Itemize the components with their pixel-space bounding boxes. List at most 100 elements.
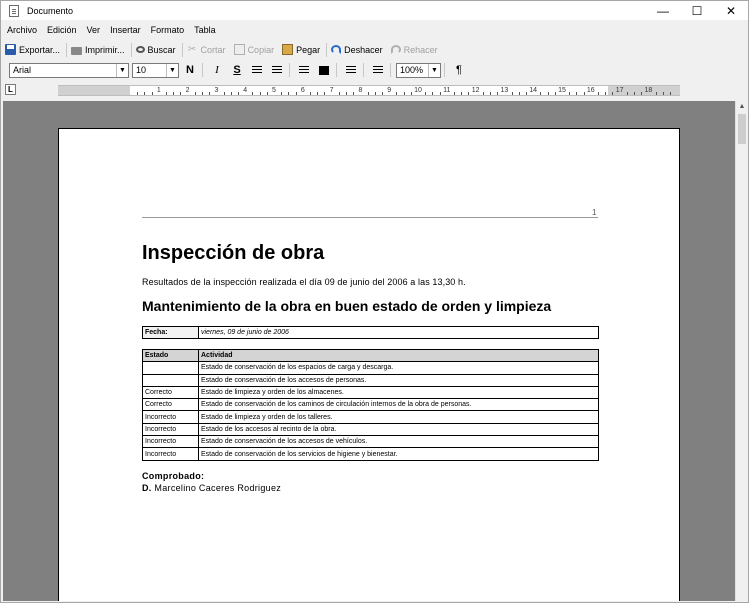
chevron-down-icon[interactable]: ▼ xyxy=(116,63,128,77)
tab-stop-selector[interactable]: L xyxy=(5,84,16,95)
bullet-list-button[interactable] xyxy=(342,62,360,78)
ruler-number: 13 xyxy=(500,87,509,94)
chevron-down-icon[interactable]: ▼ xyxy=(166,63,178,77)
find-label: Buscar xyxy=(147,44,176,55)
paste-button[interactable]: Pegar xyxy=(282,44,320,55)
document-page[interactable]: 1 Inspección de obra Resultados de la in… xyxy=(58,128,680,601)
estado-cell: Incorrecto xyxy=(142,435,199,449)
horizontal-ruler[interactable]: 1 2 3 4 5 6 7 8 9 10 11 12 13 14 15 16 17 18 xyxy=(58,85,680,96)
ruler-tick xyxy=(634,92,635,95)
ruler-tick xyxy=(511,92,513,95)
printer-icon xyxy=(71,46,83,55)
ruler-number: 16 xyxy=(586,87,595,94)
document-viewport[interactable]: 1 Inspección de obra Resultados de la in… xyxy=(3,101,735,601)
menu-ver[interactable]: Ver xyxy=(87,25,101,35)
ruler-tick xyxy=(461,92,463,95)
menu-formato[interactable]: Formato xyxy=(151,25,185,35)
redo-label: Rehacer xyxy=(403,44,438,55)
copy-label: Copiar xyxy=(247,44,275,55)
zoom-select[interactable]: 100% ▼ xyxy=(396,62,441,78)
cut-button[interactable]: ✂ Cortar xyxy=(187,44,226,55)
ruler-tick xyxy=(497,92,499,95)
print-label: Imprimir... xyxy=(85,44,125,55)
estado-cell: Incorrecto xyxy=(142,422,199,437)
table-row: Incorrecto Estado de conservación de los … xyxy=(142,435,599,449)
ruler-tick xyxy=(252,92,254,95)
intro-paragraph: Resultados de la inspección realizada el… xyxy=(142,277,466,287)
scissors-icon: ✂ xyxy=(187,44,197,55)
toolbar-separator xyxy=(289,63,290,77)
ruler-number: 2 xyxy=(185,87,190,94)
font-family-select[interactable]: Arial ▼ xyxy=(9,62,129,78)
ruler-tick xyxy=(439,92,441,95)
font-family-value: Arial xyxy=(13,65,32,75)
menu-edicion[interactable]: Edición xyxy=(47,25,77,35)
menu-tabla[interactable]: Tabla xyxy=(194,25,216,35)
align-left-button[interactable] xyxy=(248,62,266,78)
standard-toolbar: Exportar... Imprimir... Buscar ✂ Cortar C… xyxy=(1,40,748,59)
find-button[interactable]: Buscar xyxy=(135,44,176,55)
save-icon xyxy=(5,44,16,55)
vertical-scrollbar[interactable]: ▲ xyxy=(735,101,748,601)
copy-icon xyxy=(233,44,245,55)
export-button[interactable]: Exportar... xyxy=(5,44,60,55)
chevron-down-icon[interactable]: ▼ xyxy=(428,63,440,77)
title-bar: Documento — ☐ ✕ xyxy=(1,1,748,20)
ruler-number: 10 xyxy=(414,87,422,94)
ruler-tick xyxy=(346,92,347,95)
redo-button[interactable]: Rehacer xyxy=(390,44,438,55)
ruler-tick xyxy=(338,92,340,95)
copy-button[interactable]: Copiar xyxy=(233,44,275,55)
date-label: Fecha: xyxy=(142,326,199,339)
ruler-tick xyxy=(382,92,383,95)
font-size-value: 10 xyxy=(136,65,147,75)
table-row: Estado de conservación de los espacios d… xyxy=(142,361,599,375)
cut-label: Cortar xyxy=(200,44,226,55)
menu-archivo[interactable]: Archivo xyxy=(7,25,37,35)
ruler-number: 5 xyxy=(272,87,276,94)
toolbar-separator xyxy=(336,63,337,77)
toolbar-separator xyxy=(181,42,183,57)
table-row: Correcto Estado de conservación de los ca… xyxy=(142,398,599,412)
table-row: Incorrecto Estado de limpieza y orden de … xyxy=(142,410,599,424)
ruler-tick xyxy=(194,92,196,95)
underline-button[interactable]: S xyxy=(228,62,246,78)
undo-icon xyxy=(331,45,342,54)
ruler-tick xyxy=(353,92,355,95)
window-controls: — ☐ ✕ xyxy=(646,1,748,20)
ruler-tick xyxy=(180,92,182,95)
print-button[interactable]: Imprimir... xyxy=(71,45,125,55)
table-row: Fecha: viernes, 09 de junio de 2006 xyxy=(142,326,599,339)
clipboard-icon xyxy=(282,44,294,55)
close-button[interactable]: ✕ xyxy=(714,1,748,20)
numbered-list-icon xyxy=(373,65,383,75)
ruler-number: 6 xyxy=(300,87,305,94)
undo-button[interactable]: Deshacer xyxy=(331,45,383,55)
bold-button[interactable]: N xyxy=(181,62,199,78)
toolbar-separator xyxy=(390,63,391,77)
ruler-number: 17 xyxy=(615,87,624,94)
scroll-up-icon[interactable]: ▲ xyxy=(736,101,748,113)
ruler-tick xyxy=(490,92,491,95)
ruler-tick xyxy=(612,92,614,95)
ruler-tick xyxy=(173,92,175,95)
ruler-left-margin xyxy=(58,86,130,95)
font-size-select[interactable]: 10 ▼ xyxy=(132,62,179,78)
show-formatting-button[interactable]: ¶ xyxy=(450,62,468,78)
justify-button[interactable] xyxy=(315,62,333,78)
align-center-button[interactable] xyxy=(295,62,313,78)
align-right-button[interactable] xyxy=(268,62,286,78)
ruler-number: 14 xyxy=(529,87,538,94)
italic-button[interactable]: I xyxy=(208,62,226,78)
toolbar-separator xyxy=(130,42,132,57)
toolbar-separator xyxy=(363,63,364,77)
numbered-list-button[interactable] xyxy=(369,62,387,78)
maximize-button[interactable]: ☐ xyxy=(680,1,714,20)
scroll-thumb[interactable] xyxy=(738,114,746,144)
bullet-list-icon xyxy=(346,65,356,75)
estado-cell: Incorrecto xyxy=(142,410,199,424)
column-header-estado: Estado xyxy=(142,348,199,363)
menu-insertar[interactable]: Insertar xyxy=(110,25,141,35)
minimize-button[interactable]: — xyxy=(646,1,680,20)
ruler-tick xyxy=(137,92,139,95)
